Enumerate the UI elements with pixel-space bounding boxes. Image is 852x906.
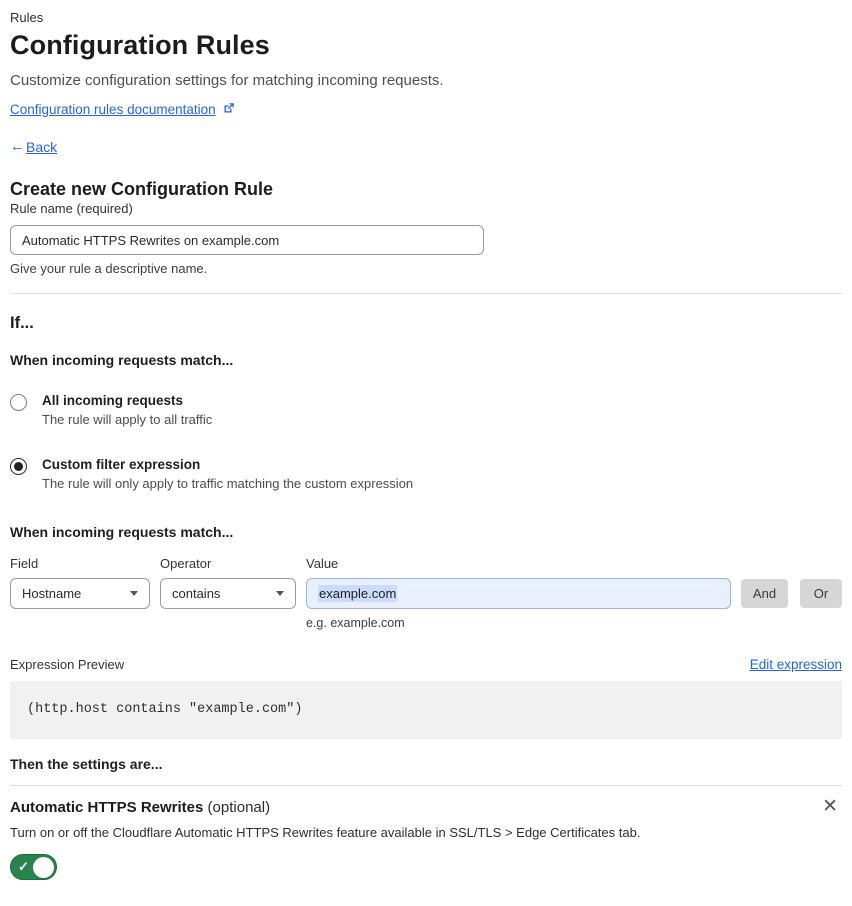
external-link-icon	[223, 102, 235, 117]
builder-heading: When incoming requests match...	[10, 524, 234, 540]
field-select-value: Hostname	[22, 586, 82, 601]
operator-select-value: contains	[172, 586, 221, 601]
or-button[interactable]: Or	[800, 579, 842, 608]
back-arrow-icon: ←	[10, 138, 25, 155]
chevron-down-icon	[276, 591, 284, 596]
rule-name-input[interactable]	[10, 225, 484, 255]
back-link[interactable]: Back	[26, 139, 57, 155]
value-label: Value	[306, 556, 339, 571]
expression-builder-row: Field Operator Value Hostname contains e…	[10, 556, 842, 630]
check-icon: ✓	[18, 859, 29, 874]
close-icon[interactable]: ✕	[818, 797, 842, 816]
edit-expression-link[interactable]: Edit expression	[750, 657, 842, 672]
breadcrumb[interactable]: Rules	[10, 10, 842, 25]
radio-button[interactable]	[10, 458, 27, 475]
setting-card-title: Automatic HTTPS Rewrites (optional)	[10, 799, 270, 816]
chevron-down-icon	[130, 591, 138, 596]
setting-title-text: Automatic HTTPS Rewrites	[10, 799, 204, 816]
rule-name-label: Rule name (required)	[10, 201, 133, 216]
then-settings-heading: Then the settings are...	[10, 756, 163, 772]
radio-option-custom-expression[interactable]: Custom filter expression The rule will o…	[10, 457, 842, 491]
toggle-knob	[33, 857, 54, 878]
expression-code-block: (http.host contains "example.com")	[10, 681, 842, 739]
documentation-link[interactable]: Configuration rules documentation	[10, 102, 216, 117]
expression-preview-row: Expression Preview Edit expression	[10, 657, 842, 672]
radio-description: The rule will apply to all traffic	[42, 412, 213, 427]
operator-select[interactable]: contains	[160, 578, 296, 609]
value-input-text: example.com	[318, 585, 398, 602]
expression-preview-label: Expression Preview	[10, 657, 125, 672]
page-title: Configuration Rules	[10, 30, 270, 60]
value-input[interactable]: example.com	[306, 578, 731, 609]
create-rule-heading: Create new Configuration Rule	[10, 179, 274, 199]
setting-optional-text: (optional)	[203, 799, 271, 816]
automatic-https-rewrites-toggle[interactable]: ✓	[10, 854, 57, 880]
setting-card-automatic-https-rewrites: Automatic HTTPS Rewrites (optional) ✕ Tu…	[10, 785, 842, 885]
setting-card-description: Turn on or off the Cloudflare Automatic …	[10, 825, 641, 840]
back-row: ← Back	[10, 138, 842, 155]
documentation-link-row: Configuration rules documentation	[10, 102, 842, 117]
page-subtitle: Customize configuration settings for mat…	[10, 72, 444, 89]
radio-label: Custom filter expression	[42, 457, 201, 472]
radio-label: All incoming requests	[42, 393, 184, 408]
radio-option-all-requests[interactable]: All incoming requests The rule will appl…	[10, 393, 842, 427]
section-divider	[10, 293, 842, 294]
value-help: e.g. example.com	[306, 616, 405, 630]
radio-button[interactable]	[10, 394, 27, 411]
radio-description: The rule will only apply to traffic matc…	[42, 476, 414, 491]
match-heading: When incoming requests match...	[10, 352, 234, 368]
field-select[interactable]: Hostname	[10, 578, 150, 609]
if-heading: If...	[10, 314, 34, 332]
operator-label: Operator	[160, 556, 212, 571]
and-button[interactable]: And	[741, 579, 788, 608]
rule-name-help: Give your rule a descriptive name.	[10, 261, 208, 276]
field-label: Field	[10, 556, 39, 571]
